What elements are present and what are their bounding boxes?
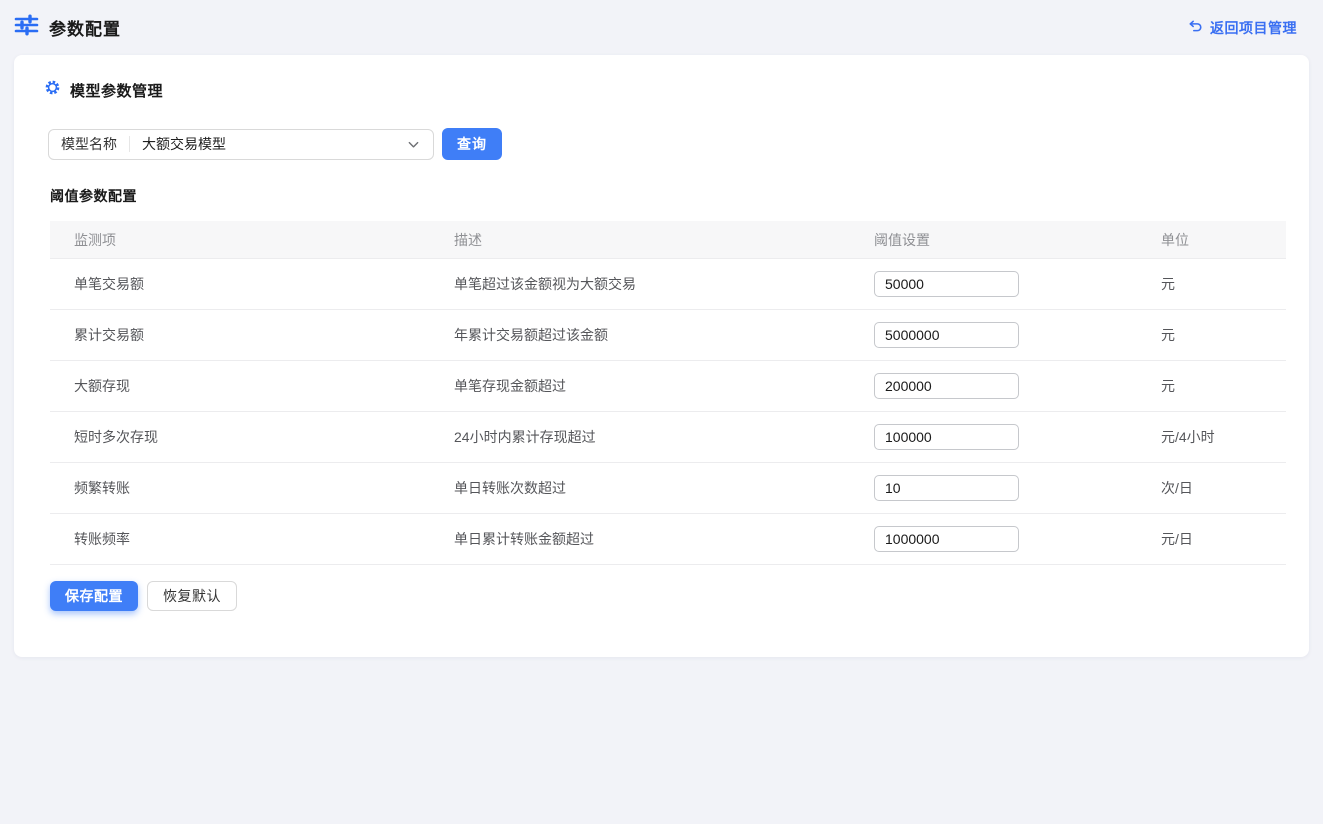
topbar: 参数配置 返回项目管理 [0, 0, 1323, 55]
unit-label: 元 [1137, 361, 1286, 412]
return-arrow-icon [1188, 19, 1203, 37]
model-select-value: 大额交易模型 [130, 134, 407, 154]
item-description: 年累计交易额超过该金额 [430, 310, 850, 361]
model-parameter-card: 模型参数管理 模型名称 大额交易模型 查询 阈值参数配置 监测项 描述 阈值设置… [14, 55, 1309, 657]
section-title: 模型参数管理 [70, 80, 163, 101]
item-description: 单日累计转账金额超过 [430, 514, 850, 565]
threshold-table: 监测项 描述 阈值设置 单位 单笔交易额 单笔超过该金额视为大额交易 元 累计交… [50, 221, 1286, 565]
header-monitor-item: 监测项 [50, 221, 430, 259]
monitor-item: 短时多次存现 [50, 412, 430, 463]
monitor-item: 累计交易额 [50, 310, 430, 361]
page-title: 参数配置 [49, 15, 121, 40]
model-select-label: 模型名称 [49, 134, 129, 154]
unit-label: 元/日 [1137, 514, 1286, 565]
restore-default-button[interactable]: 恢复默认 [147, 581, 237, 611]
filter-row: 模型名称 大额交易模型 查询 [48, 128, 1287, 160]
table-row: 单笔交易额 单笔超过该金额视为大额交易 元 [50, 259, 1286, 310]
threshold-input[interactable] [874, 373, 1019, 399]
monitor-item: 大额存现 [50, 361, 430, 412]
query-button[interactable]: 查询 [442, 128, 502, 160]
action-buttons: 保存配置 恢复默认 [50, 581, 1287, 611]
gear-icon [44, 79, 61, 101]
threshold-input[interactable] [874, 322, 1019, 348]
threshold-input[interactable] [874, 271, 1019, 297]
monitor-item: 转账频率 [50, 514, 430, 565]
table-row: 频繁转账 单日转账次数超过 次/日 [50, 463, 1286, 514]
section-header: 模型参数管理 [44, 79, 1287, 101]
unit-label: 次/日 [1137, 463, 1286, 514]
threshold-input[interactable] [874, 526, 1019, 552]
back-link-label: 返回项目管理 [1210, 18, 1297, 38]
header-threshold: 阈值设置 [850, 221, 1137, 259]
chevron-down-icon [407, 138, 420, 151]
header-description: 描述 [430, 221, 850, 259]
threshold-input[interactable] [874, 424, 1019, 450]
unit-label: 元 [1137, 259, 1286, 310]
unit-label: 元/4小时 [1137, 412, 1286, 463]
table-row: 累计交易额 年累计交易额超过该金额 元 [50, 310, 1286, 361]
monitor-item: 单笔交易额 [50, 259, 430, 310]
item-description: 单笔超过该金额视为大额交易 [430, 259, 850, 310]
table-row: 大额存现 单笔存现金额超过 元 [50, 361, 1286, 412]
item-description: 24小时内累计存现超过 [430, 412, 850, 463]
header-unit: 单位 [1137, 221, 1286, 259]
table-header-row: 监测项 描述 阈值设置 单位 [50, 221, 1286, 259]
back-to-project-link[interactable]: 返回项目管理 [1188, 18, 1297, 38]
item-description: 单笔存现金额超过 [430, 361, 850, 412]
threshold-config-title: 阈值参数配置 [50, 186, 1287, 206]
save-config-button[interactable]: 保存配置 [50, 581, 138, 611]
item-description: 单日转账次数超过 [430, 463, 850, 514]
sliders-icon [14, 14, 39, 41]
monitor-item: 频繁转账 [50, 463, 430, 514]
table-row: 转账频率 单日累计转账金额超过 元/日 [50, 514, 1286, 565]
threshold-input[interactable] [874, 475, 1019, 501]
unit-label: 元 [1137, 310, 1286, 361]
topbar-left: 参数配置 [14, 14, 121, 41]
table-row: 短时多次存现 24小时内累计存现超过 元/4小时 [50, 412, 1286, 463]
model-name-select[interactable]: 模型名称 大额交易模型 [48, 129, 434, 160]
